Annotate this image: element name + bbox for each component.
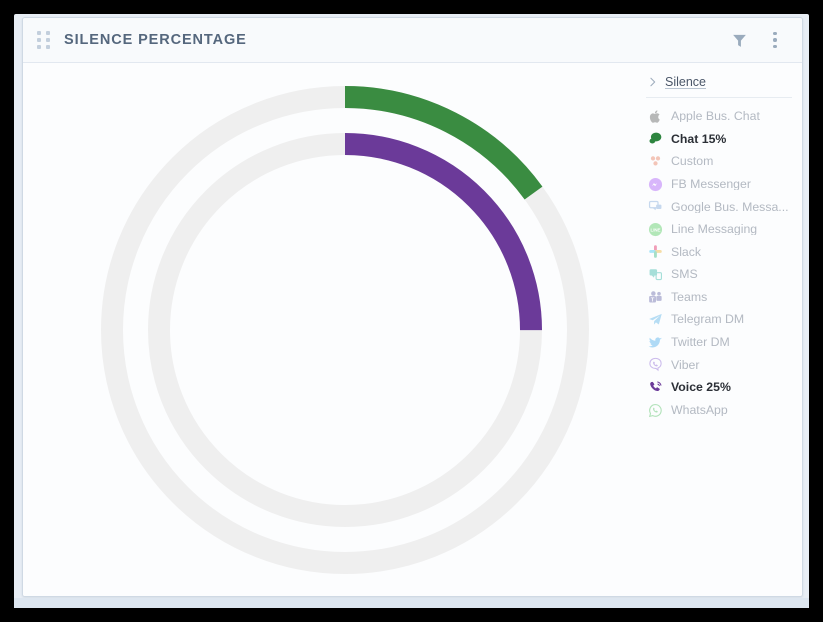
chat-bubble-icon xyxy=(648,131,663,146)
legend-item[interactable]: Slack xyxy=(646,241,792,264)
fb-messenger-icon xyxy=(648,177,663,192)
legend-item-label: FB Messenger xyxy=(671,177,751,191)
google-business-icon xyxy=(648,199,663,214)
legend-item-label: Chat 15% xyxy=(671,132,727,146)
telegram-icon xyxy=(648,312,663,327)
legend-item[interactable]: Chat 15% xyxy=(646,128,792,151)
legend-item[interactable]: WhatsApp xyxy=(646,399,792,422)
legend-item[interactable]: Twitter DM xyxy=(646,331,792,354)
legend-item[interactable]: Apple Bus. Chat xyxy=(646,105,792,128)
twitter-icon xyxy=(648,335,663,350)
phone-icon xyxy=(648,380,663,395)
legend-item[interactable]: Google Bus. Messa... xyxy=(646,195,792,218)
dashboard-background: SILENCE PERCENTAGE Silence Apple Bus. Ch… xyxy=(14,14,809,608)
whatsapp-icon xyxy=(648,403,663,418)
radial-gauge-svg xyxy=(101,86,589,574)
apple-icon xyxy=(648,109,663,124)
filter-button[interactable] xyxy=(724,25,754,55)
legend-item-label: Telegram DM xyxy=(671,313,745,326)
legend-item[interactable]: LINE Line Messaging xyxy=(646,218,792,241)
widget-header: SILENCE PERCENTAGE xyxy=(23,18,802,63)
widget-body: Silence Apple Bus. Chat Chat 15% Custom FB … xyxy=(23,63,802,596)
legend-item-label: Viber xyxy=(671,358,700,371)
viber-icon xyxy=(648,357,663,372)
filter-funnel-icon xyxy=(732,34,746,47)
legend-item-label: SMS xyxy=(671,268,698,281)
chevron-right-icon xyxy=(650,77,656,87)
more-options-button[interactable] xyxy=(760,25,790,55)
channel-legend: Silence Apple Bus. Chat Chat 15% Custom FB … xyxy=(640,63,802,596)
legend-list: Apple Bus. Chat Chat 15% Custom FB Messenge… xyxy=(646,105,792,421)
legend-item[interactable]: Telegram DM xyxy=(646,308,792,331)
sms-icon xyxy=(648,267,663,282)
legend-item-label: Twitter DM xyxy=(671,336,730,349)
legend-item-label: WhatsApp xyxy=(671,403,728,417)
legend-header-label: Silence xyxy=(665,75,706,89)
slack-icon xyxy=(648,244,663,259)
svg-text:T: T xyxy=(651,297,655,303)
legend-item-label: Line Messaging xyxy=(671,223,758,236)
legend-header[interactable]: Silence xyxy=(646,75,792,98)
legend-item[interactable]: Voice 25% xyxy=(646,376,792,399)
legend-item-label: Apple Bus. Chat xyxy=(671,110,760,123)
legend-item[interactable]: Custom xyxy=(646,150,792,173)
page-title: SILENCE PERCENTAGE xyxy=(64,32,247,48)
line-icon: LINE xyxy=(648,222,663,237)
legend-item-label: Slack xyxy=(671,245,702,258)
silence-percentage-widget: SILENCE PERCENTAGE Silence Apple Bus. Ch… xyxy=(22,17,803,597)
drag-handle[interactable] xyxy=(37,31,51,49)
legend-item-label: Custom xyxy=(671,155,714,168)
legend-item-label: Voice 25% xyxy=(671,381,731,394)
legend-item[interactable]: FB Messenger xyxy=(646,173,792,196)
custom-dots-icon xyxy=(648,154,663,169)
legend-item-label: Google Bus. Messa... xyxy=(671,200,789,213)
kebab-menu-icon xyxy=(773,31,777,49)
teams-icon: T xyxy=(648,290,663,305)
silence-radial-chart xyxy=(23,63,640,596)
legend-item[interactable]: SMS xyxy=(646,263,792,286)
legend-item[interactable]: T Teams xyxy=(646,286,792,309)
header-actions xyxy=(724,25,790,55)
legend-item[interactable]: Viber xyxy=(646,354,792,377)
svg-text:LINE: LINE xyxy=(651,227,661,232)
legend-item-label: Teams xyxy=(671,290,708,304)
